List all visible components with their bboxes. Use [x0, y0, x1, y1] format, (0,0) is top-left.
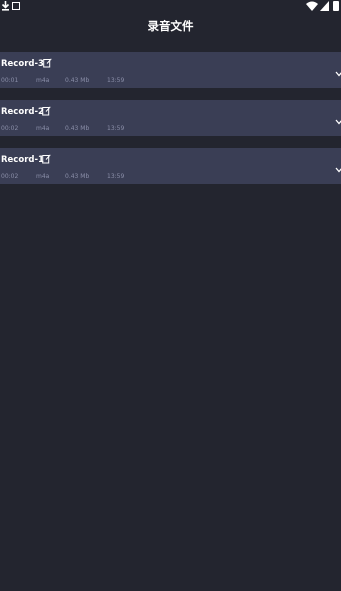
edit-icon[interactable]: [42, 154, 51, 164]
edit-icon[interactable]: [42, 106, 51, 116]
recording-name: Record-3: [1, 59, 44, 69]
recording-format: m4a: [36, 125, 50, 132]
recording-time: 13:59: [107, 77, 125, 84]
recording-size: 0.43 Mb: [65, 125, 90, 132]
recording-time: 13:59: [107, 125, 125, 132]
recording-item[interactable]: Record-1 00:02 m4a 0.43 Mb 13:59: [0, 148, 341, 184]
notification-box-icon: [12, 2, 20, 10]
edit-icon[interactable]: [43, 58, 52, 68]
battery-icon: [333, 1, 339, 11]
recording-item[interactable]: Record-2 00:02 m4a 0.43 Mb 13:59: [0, 100, 341, 136]
chevron-down-icon[interactable]: [335, 119, 341, 125]
chevron-down-icon[interactable]: [335, 167, 341, 173]
page-title: 录音文件: [147, 19, 194, 33]
recording-format: m4a: [36, 173, 50, 180]
chevron-down-icon[interactable]: [335, 71, 341, 77]
recording-size: 0.43 Mb: [65, 77, 90, 84]
status-bar: [0, 0, 341, 12]
signal-icon: [320, 1, 329, 11]
recording-name: Record-2: [1, 107, 44, 117]
recording-format: m4a: [36, 77, 50, 84]
recording-duration: 00:01: [1, 77, 19, 84]
recording-name: Record-1: [1, 155, 44, 165]
recording-duration: 00:02: [1, 125, 19, 132]
recording-item[interactable]: Record-3 00:01 m4a 0.43 Mb 13:59: [0, 52, 341, 88]
recording-size: 0.43 Mb: [65, 173, 90, 180]
recordings-list: Record-3 00:01 m4a 0.43 Mb 13:59 Record-…: [0, 52, 341, 196]
recording-time: 13:59: [107, 173, 125, 180]
download-icon: [1, 1, 10, 11]
recording-duration: 00:02: [1, 173, 19, 180]
wifi-icon: [306, 1, 318, 11]
